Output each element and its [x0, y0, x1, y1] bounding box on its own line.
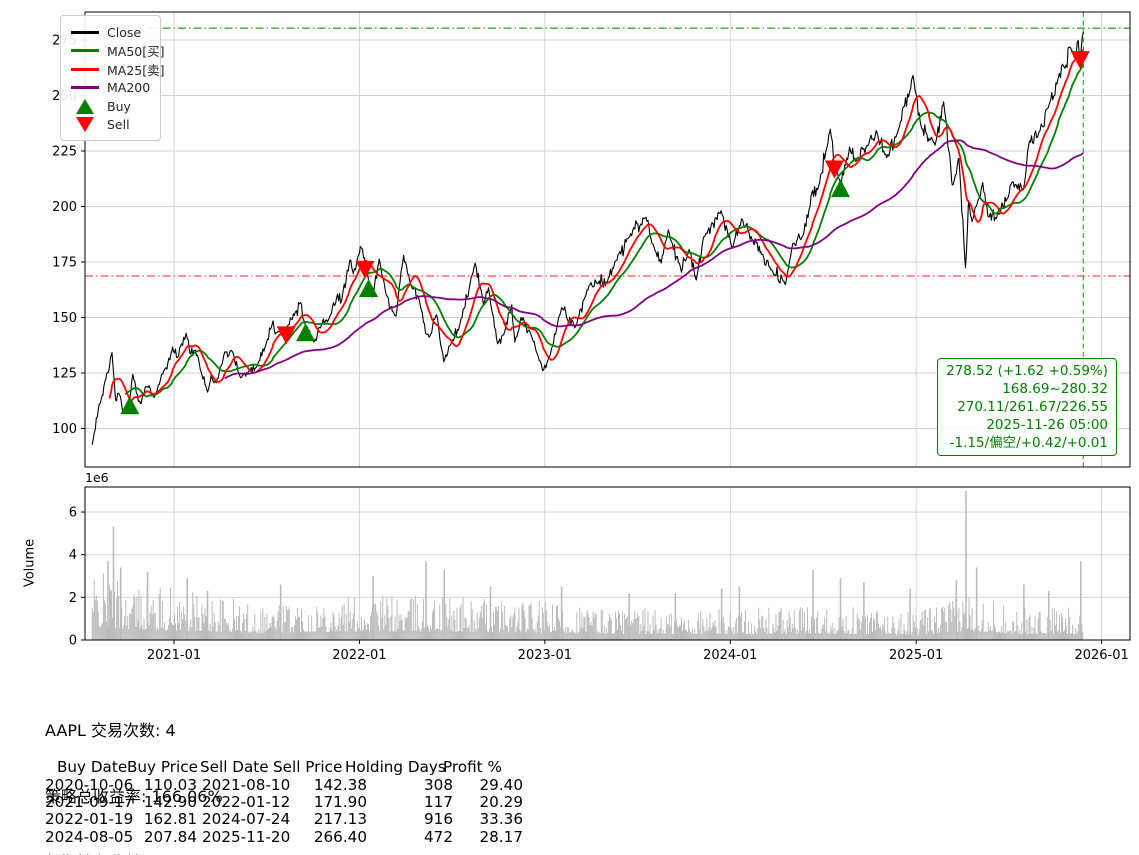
svg-text:2022-01: 2022-01	[332, 648, 386, 663]
col-sell-date: Sell Date	[200, 758, 269, 776]
svg-text:100: 100	[52, 422, 77, 437]
buy-triangle-icon	[70, 98, 100, 114]
col-sell-price: Sell Price	[273, 758, 343, 776]
quote-timestamp: 2025-11-26 05:00	[986, 417, 1108, 433]
cell-profit: 29.40	[479, 776, 523, 794]
cell-sell-price: 171.90	[313, 793, 367, 812]
cell-sell-price: 266.40	[313, 827, 367, 846]
legend-item-ma200: MA200	[70, 79, 151, 98]
svg-text:2025-01: 2025-01	[889, 648, 943, 663]
cell-profit: 28.17	[479, 827, 523, 846]
svg-text:4: 4	[69, 548, 77, 563]
legend-item-buy: Buy	[70, 97, 151, 116]
volume-scale-label: 1e6	[85, 470, 109, 485]
tick-labels: 10012515017520022525027502462021-012022-…	[52, 34, 1129, 664]
col-profit: Profit %	[443, 758, 502, 776]
cell-holding-days: 472	[424, 827, 453, 846]
legend-label: Sell	[107, 117, 130, 133]
quote-info-box: 278.52 (+1.62 +0.59%) 168.69~280.32 270.…	[937, 358, 1117, 456]
svg-text:6: 6	[69, 506, 77, 521]
quote-ma-values: 270.11/261.67/226.55	[957, 399, 1108, 415]
stat-trade-count: AAPL 交易次数: 4	[45, 721, 176, 740]
svg-text:2021-01: 2021-01	[147, 648, 201, 663]
cell-buy-price: 142.90	[143, 793, 197, 812]
chart-legend: Close MA50[买] MA25[卖] MA200 Buy Sell	[60, 15, 165, 141]
cell-profit: 33.36	[479, 810, 523, 829]
svg-text:225: 225	[52, 145, 77, 160]
legend-item-ma50: MA50[买]	[70, 42, 165, 61]
legend-item-close: Close	[70, 23, 151, 42]
svg-text:2024-01: 2024-01	[703, 648, 757, 663]
legend-label: MA25[卖]	[107, 62, 165, 78]
cell-sell-price: 217.13	[313, 810, 367, 829]
close-line-swatch	[70, 30, 100, 34]
quote-signal: -1.15/偏空/+0.42/+0.01	[949, 435, 1108, 451]
tick-marks	[81, 39, 1103, 644]
ma50-line-swatch	[70, 49, 100, 53]
svg-text:175: 175	[52, 256, 77, 271]
ma25-line-swatch	[70, 67, 100, 71]
col-holding-days: Holding Days	[345, 758, 446, 776]
cell-holding-days: 117	[424, 793, 453, 812]
volume-axis-label: Volume	[22, 538, 38, 588]
svg-text:125: 125	[52, 367, 77, 382]
close-line	[91, 32, 1084, 445]
cell-holding-days: 308	[424, 776, 453, 794]
ma200-line-swatch	[70, 86, 100, 90]
ma25-line	[108, 49, 1085, 403]
legend-label: Close	[107, 24, 142, 40]
cell-buy-price: 207.84	[143, 827, 197, 846]
svg-text:0: 0	[69, 634, 77, 649]
col-buy-price: Buy Price	[127, 758, 198, 776]
cell-buy-price: 110.03	[143, 776, 197, 794]
ma200-line	[224, 139, 1084, 380]
legend-label: MA50[买]	[107, 44, 165, 60]
ma50-line	[124, 63, 1085, 398]
svg-text:2: 2	[69, 591, 77, 606]
legend-item-sell: Sell	[70, 116, 151, 135]
buy-marker	[830, 179, 850, 198]
svg-text:2023-01: 2023-01	[518, 648, 572, 663]
legend-label: MA200	[107, 80, 151, 96]
quote-range: 168.69~280.32	[1002, 381, 1108, 397]
cell-profit: 20.29	[479, 793, 523, 812]
buy-marker	[120, 396, 140, 415]
svg-text:200: 200	[52, 200, 77, 215]
sell-triangle-icon	[70, 117, 100, 133]
svg-text:2026-01: 2026-01	[1074, 648, 1128, 663]
svg-text:150: 150	[52, 311, 77, 326]
figure: 10012515017520022525027502462021-012022-…	[0, 0, 1139, 855]
cell-buy-price: 162.81	[143, 810, 197, 829]
gridlines	[85, 12, 1130, 641]
legend-item-ma25: MA25[卖]	[70, 60, 165, 79]
volume-axes-box	[84, 486, 1131, 641]
legend-label: Buy	[107, 98, 131, 114]
volume-bars	[91, 490, 1084, 640]
cell-holding-days: 916	[424, 810, 453, 829]
cell-sell-price: 142.38	[313, 776, 367, 794]
quote-last-price: 278.52 (+1.62 +0.59%)	[946, 363, 1108, 379]
col-buy-date: Buy Date	[57, 758, 128, 776]
